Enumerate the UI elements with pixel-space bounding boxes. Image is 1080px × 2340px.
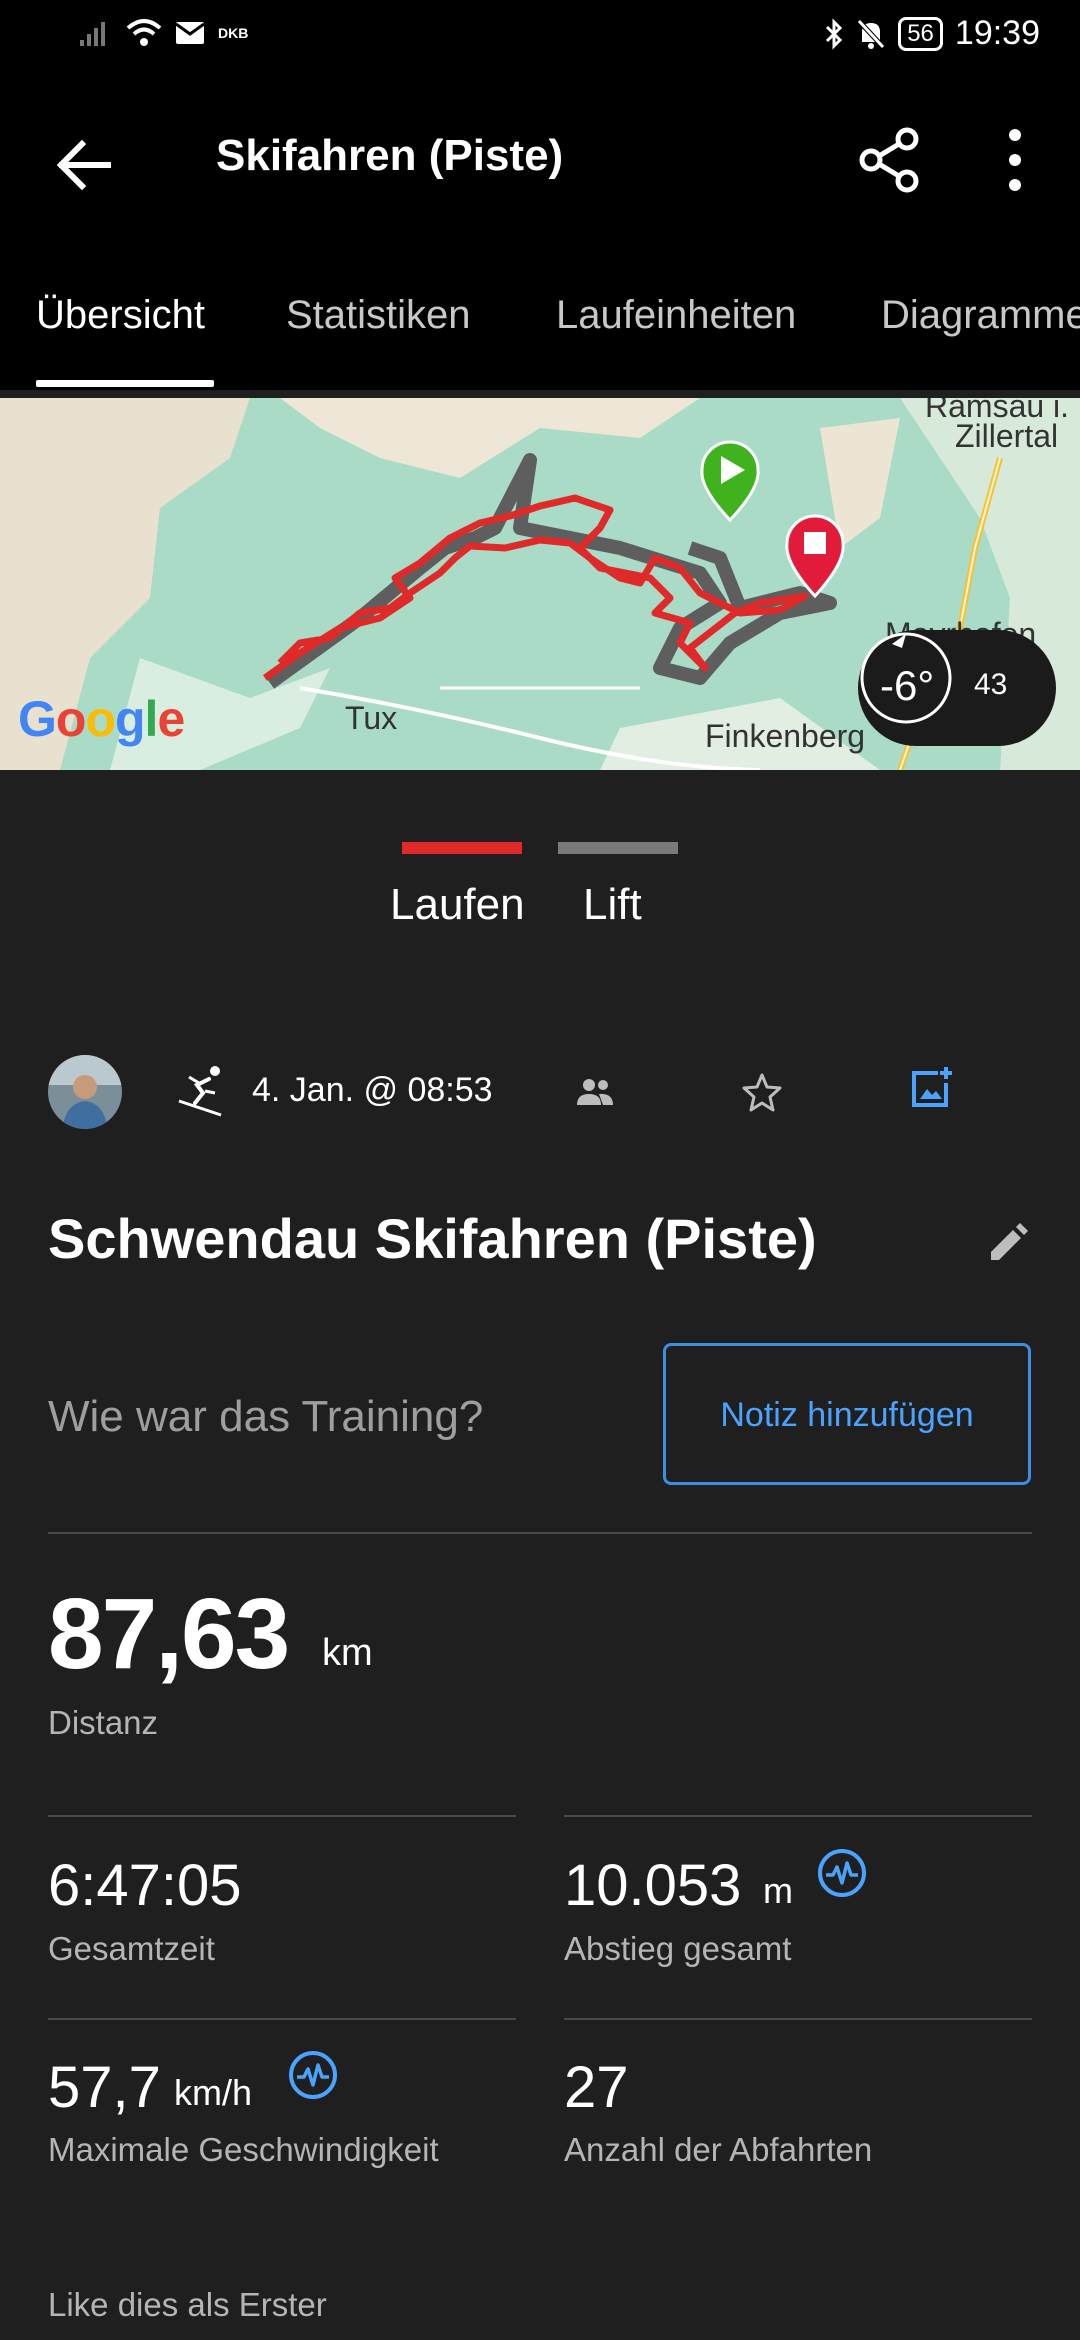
speed-data-icon[interactable] (288, 2050, 338, 2100)
status-bar: DKB 56 19:39 (0, 0, 1080, 75)
app-bar: Skifahren (Piste) (0, 75, 1080, 245)
wind-dial-icon (860, 632, 952, 724)
distance-unit: km (322, 1632, 373, 1674)
clock: 19:39 (954, 14, 1040, 52)
more-vert-icon[interactable] (1000, 125, 1030, 195)
activity-date: 4. Jan. @ 08:53 (252, 1071, 493, 1109)
active-tab-indicator (36, 380, 214, 387)
weather-badge[interactable]: -6° 43 (858, 630, 1056, 746)
avatar[interactable] (48, 1055, 122, 1129)
tab-charts[interactable]: Diagramme (881, 293, 1080, 338)
divider (48, 1815, 516, 1817)
tab-statistics[interactable]: Statistiken (286, 293, 471, 338)
star-icon[interactable] (740, 1070, 784, 1114)
elevation-data-icon[interactable] (817, 1848, 867, 1898)
map-place-label: Tux (345, 700, 398, 736)
max-speed-label: Maximale Geschwindigkeit (48, 2131, 439, 2168)
map-place-label: Zillertal (955, 418, 1059, 454)
runs-count-value: 27 (564, 2055, 629, 2120)
divider (48, 1532, 1032, 1534)
battery-indicator: 56 (898, 16, 943, 51)
wind-value: 43 (974, 668, 1008, 701)
bluetooth-icon (826, 17, 843, 50)
add-note-button[interactable]: Notiz hinzufügen (663, 1343, 1031, 1485)
tab-overview[interactable]: Übersicht (36, 293, 205, 338)
max-speed-value: 57,7 (48, 2055, 161, 2120)
map-place-label: Finkenberg (705, 718, 866, 754)
tab-laps[interactable]: Laufeinheiten (556, 293, 796, 338)
total-time-value: 6:47:05 (48, 1853, 242, 1918)
carrier-tag: DKB (218, 25, 249, 41)
status-right: 56 19:39 (824, 14, 1040, 53)
divider (48, 2018, 516, 2020)
share-icon[interactable] (855, 125, 925, 195)
page-title: Skifahren (Piste) (216, 131, 564, 180)
back-arrow-icon[interactable] (50, 130, 120, 200)
add-note-label: Notiz hinzufügen (720, 1396, 974, 1434)
mail-icon (176, 22, 204, 44)
wifi-icon (126, 19, 162, 46)
training-prompt: Wie war das Training? (48, 1392, 484, 1441)
skiing-icon (178, 1066, 222, 1117)
signal-icon (80, 22, 105, 46)
people-icon[interactable] (575, 1075, 615, 1109)
divider (564, 2018, 1032, 2020)
total-time-label: Gesamtzeit (48, 1930, 215, 1967)
lift-legend-swatch (558, 842, 678, 854)
like-prompt[interactable]: Like dies als Erster (48, 2286, 327, 2324)
status-left: DKB (78, 18, 248, 48)
route-map[interactable]: Ramsau i. Zillertal Tux Finkenberg Mayrh… (0, 398, 1080, 770)
edit-pencil-icon[interactable] (985, 1222, 1029, 1266)
divider (564, 1815, 1032, 1817)
descent-label: Abstieg gesamt (564, 1930, 792, 1967)
run-legend-label: Laufen (390, 880, 525, 929)
runs-count-label: Anzahl der Abfahrten (564, 2131, 873, 2168)
tab-bar: Übersicht Statistiken Laufeinheiten Diag… (0, 245, 1080, 390)
google-logo: Google (18, 691, 185, 747)
lift-legend-label: Lift (583, 880, 642, 929)
max-speed-unit: km/h (174, 2072, 253, 2113)
add-photo-icon[interactable] (908, 1065, 954, 1111)
distance-value: 87,63 (48, 1578, 290, 1690)
descent-value: 10.053 (564, 1853, 742, 1918)
mute-bell-icon (857, 18, 886, 49)
distance-label: Distanz (48, 1704, 159, 1741)
activity-name: Schwendau Skifahren (Piste) (48, 1207, 817, 1270)
run-legend-swatch (402, 842, 522, 854)
descent-unit: m (763, 1870, 793, 1911)
